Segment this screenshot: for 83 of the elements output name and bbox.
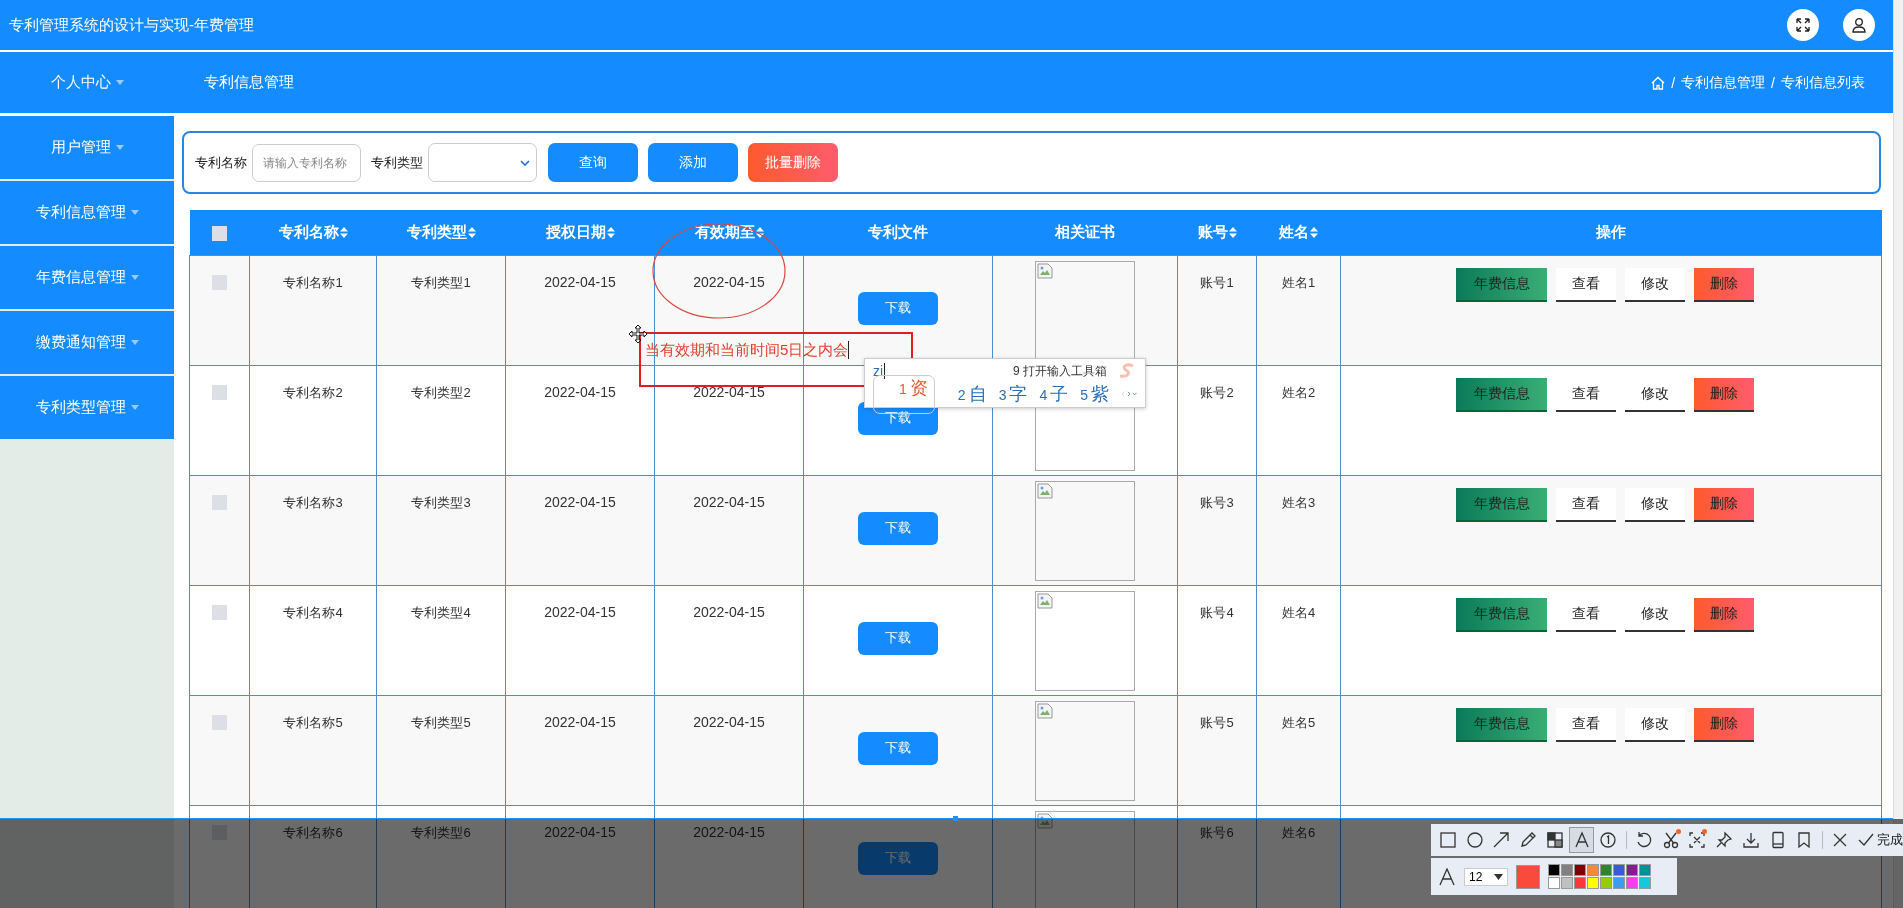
table-cell: 2022-04-15 xyxy=(654,365,804,475)
sidebar-item[interactable]: 专利类型管理 xyxy=(0,376,174,439)
table-cell: 专利名称1 xyxy=(249,255,377,365)
table-cell: 账号4 xyxy=(1177,585,1257,695)
action-button[interactable]: 删除 xyxy=(1694,707,1754,742)
table-cell: 专利类型2 xyxy=(376,365,506,475)
action-button[interactable]: 删除 xyxy=(1694,597,1754,632)
table-cell: 账号3 xyxy=(1177,475,1257,585)
action-button[interactable]: 年费信息 xyxy=(1456,487,1547,522)
app-title: 专利管理系统的设计与实现-年费管理 xyxy=(9,15,254,35)
table-cell: 专利类型3 xyxy=(376,475,506,585)
download-button[interactable]: 下载 xyxy=(858,731,938,765)
table-cell: 姓名5 xyxy=(1256,695,1341,805)
ime-candidate[interactable]: 3 字 xyxy=(998,382,1028,406)
action-button[interactable]: 年费信息 xyxy=(1456,597,1547,632)
download-button[interactable]: 下载 xyxy=(858,291,938,325)
column-header[interactable]: 姓名 xyxy=(1279,222,1318,242)
sidebar-item[interactable]: 专利信息管理 xyxy=(0,181,174,244)
column-header[interactable]: 账号 xyxy=(1197,222,1237,242)
table-cell: 姓名4 xyxy=(1256,585,1341,695)
column-header: 操作 xyxy=(1596,222,1626,242)
sidebar-item[interactable]: 年费信息管理 xyxy=(0,246,174,309)
action-button[interactable]: 修改 xyxy=(1625,487,1685,522)
action-button[interactable]: 年费信息 xyxy=(1456,377,1547,412)
table-cell: 2022-04-15 xyxy=(505,585,655,695)
table-cell: 账号1 xyxy=(1177,255,1257,365)
table-cell: 2022-04-15 xyxy=(505,695,655,805)
search-button[interactable]: 批量删除 xyxy=(748,143,838,182)
table-cell: 姓名1 xyxy=(1256,255,1341,365)
action-button[interactable]: 修改 xyxy=(1625,707,1685,742)
table-cell: 专利类型5 xyxy=(376,695,506,805)
action-button[interactable]: 删除 xyxy=(1694,377,1754,412)
table-cell: 专利类型1 xyxy=(376,255,506,365)
action-button[interactable]: 查看 xyxy=(1556,487,1616,522)
table-cell: 账号2 xyxy=(1177,365,1257,475)
download-button[interactable]: 下载 xyxy=(858,841,938,875)
ime-candidate[interactable]: 4 子 xyxy=(1039,382,1069,406)
done-button[interactable]: 完成 xyxy=(1854,831,1903,849)
ime-composition: zi xyxy=(873,363,886,379)
column-header[interactable]: 授权日期 xyxy=(545,222,615,242)
table-cell: 2022-04-15 xyxy=(505,475,655,585)
field-label: 专利名称 xyxy=(195,153,247,172)
column-header: 专利文件 xyxy=(868,222,928,242)
download-button[interactable]: 下载 xyxy=(858,621,938,655)
action-button[interactable]: 修改 xyxy=(1625,267,1685,302)
sidebar-item[interactable]: 用户管理 xyxy=(0,116,174,179)
column-header[interactable]: 有效期至 xyxy=(694,222,764,242)
ime-candidate[interactable]: 2 自 xyxy=(957,382,987,406)
column-header[interactable]: 专利类型 xyxy=(406,222,476,242)
column-header: 相关证书 xyxy=(1055,222,1115,242)
breadcrumb-separator: / xyxy=(1771,74,1775,91)
search-button[interactable]: 查询 xyxy=(548,143,638,182)
action-button[interactable]: 删除 xyxy=(1694,267,1754,302)
field-label: 专利类型 xyxy=(371,153,423,172)
action-button[interactable]: 删除 xyxy=(1694,487,1754,522)
table-cell: 2022-04-15 xyxy=(654,475,804,585)
action-button[interactable]: 年费信息 xyxy=(1456,267,1547,302)
table-cell: 专利类型4 xyxy=(376,585,506,695)
action-button[interactable]: 年费信息 xyxy=(1456,707,1547,742)
ime-toolbox-link[interactable]: 9 打开输入工具箱 xyxy=(1013,362,1107,380)
table-cell: 专利名称4 xyxy=(249,585,377,695)
download-button[interactable]: 下载 xyxy=(858,511,938,545)
font-size-select[interactable]: 12 xyxy=(1464,867,1508,886)
breadcrumb-separator: / xyxy=(1671,74,1676,91)
table-cell: 专利名称2 xyxy=(249,365,377,475)
name-input[interactable]: 请输入专利名称 xyxy=(252,143,361,182)
column-header[interactable]: 专利名称 xyxy=(278,222,348,242)
action-button[interactable]: 查看 xyxy=(1556,707,1616,742)
table-cell: 姓名2 xyxy=(1256,365,1341,475)
action-button[interactable]: 查看 xyxy=(1556,267,1616,302)
search-button[interactable]: 添加 xyxy=(648,143,738,182)
breadcrumb-link[interactable]: 专利信息管理 xyxy=(1681,73,1766,92)
page-title: 专利信息管理 xyxy=(204,73,295,92)
table-cell: 2022-04-15 xyxy=(654,695,804,805)
breadcrumb-link[interactable]: 专利信息列表 xyxy=(1781,73,1865,92)
table-cell: 账号5 xyxy=(1177,695,1257,805)
table-cell: 姓名3 xyxy=(1256,475,1341,585)
sidebar-item[interactable]: 缴费通知管理 xyxy=(0,311,174,374)
table-cell: 专利名称3 xyxy=(249,475,377,585)
table-cell: 专利名称5 xyxy=(249,695,377,805)
table-cell: 2022-04-15 xyxy=(505,365,655,475)
ime-candidate[interactable]: 5 紫 xyxy=(1080,382,1109,406)
table-cell: 2022-04-15 xyxy=(654,585,804,695)
